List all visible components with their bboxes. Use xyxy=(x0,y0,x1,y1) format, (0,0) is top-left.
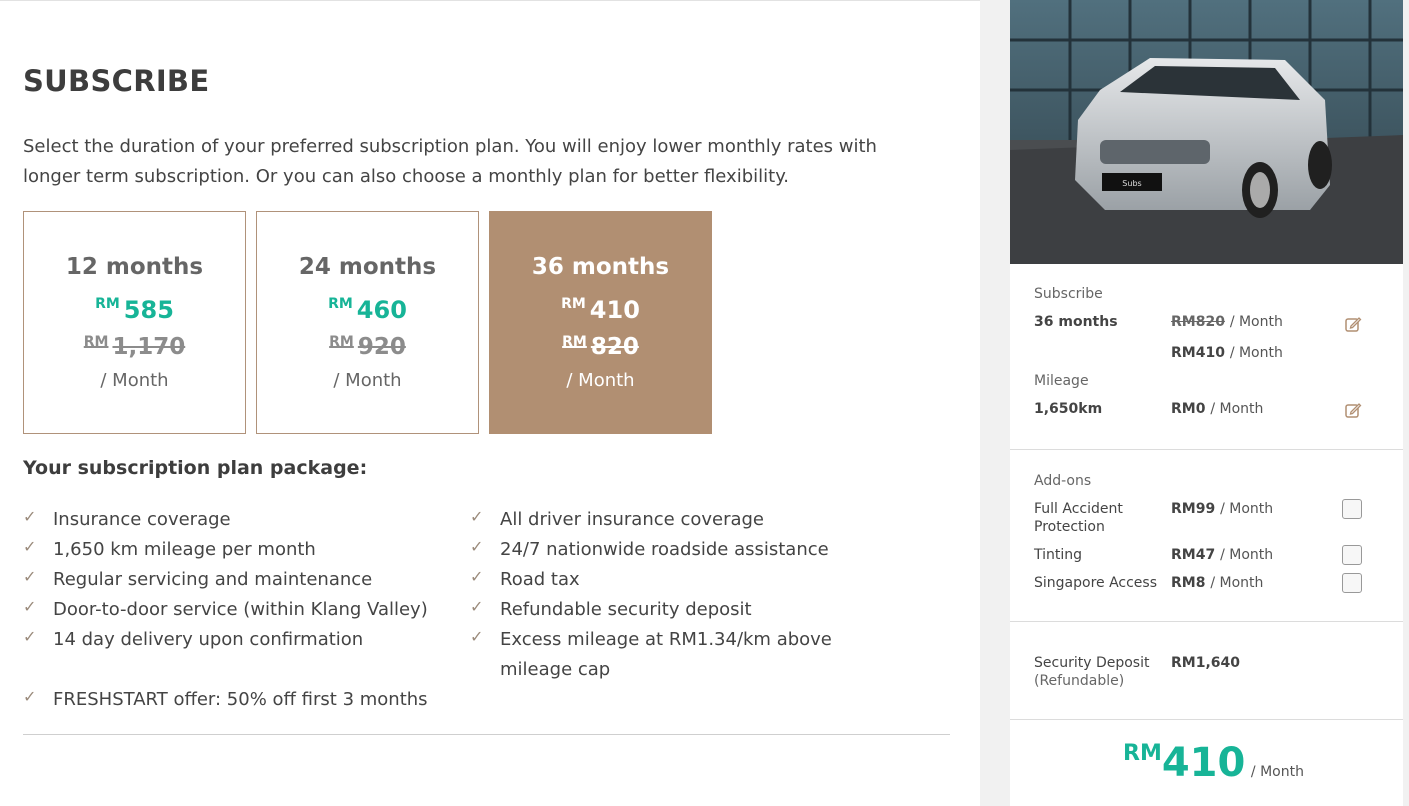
addons-label: Add-ons xyxy=(1034,473,1092,489)
subscribe-panel: SUBSCRIBE Select the duration of your pr… xyxy=(23,0,953,806)
addon-name-line2: Protection xyxy=(1034,519,1105,535)
deposit-label: Security Deposit xyxy=(1034,655,1150,671)
plan-original-price: RM 820 xyxy=(562,334,639,360)
addon-price: RM99 / Month xyxy=(1171,501,1274,517)
plan-per-month: / Month xyxy=(566,370,635,391)
check-icon: ✓ xyxy=(23,537,37,556)
svg-text:Subs: Subs xyxy=(1122,179,1141,188)
plan-24-months[interactable]: 24 months RM 460 RM 920 / Month xyxy=(256,211,479,434)
car-image: Subs xyxy=(1010,0,1403,264)
subscribe-duration: 36 months xyxy=(1034,314,1118,330)
edit-icon[interactable] xyxy=(1344,401,1362,419)
intro-text: Select the duration of your preferred su… xyxy=(23,136,877,187)
deposit-value: RM1,640 xyxy=(1171,655,1240,671)
subscribe-label: Subscribe xyxy=(1034,286,1103,302)
plan-original-price: RM 920 xyxy=(329,334,406,360)
check-icon: ✓ xyxy=(470,567,484,586)
plan-price: RM 585 xyxy=(95,296,174,324)
addon-checkbox-singapore-access[interactable] xyxy=(1342,573,1362,593)
addon-price: RM8 / Month xyxy=(1171,575,1264,591)
addon-checkbox-tinting[interactable] xyxy=(1342,545,1362,565)
order-summary: Subs Subscribe 36 months RM820 / Month R… xyxy=(1010,0,1403,806)
check-icon: ✓ xyxy=(470,627,484,646)
subscribe-price: RM410 / Month xyxy=(1171,345,1283,361)
check-icon: ✓ xyxy=(23,567,37,586)
plan-duration: 24 months xyxy=(298,254,437,280)
plan-per-month: / Month xyxy=(333,370,402,391)
summary-divider xyxy=(1010,719,1403,720)
plan-original-price: RM 1,170 xyxy=(83,334,186,360)
summary-divider xyxy=(1010,449,1403,450)
plan-duration: 12 months xyxy=(65,254,204,280)
addon-name: Singapore Access xyxy=(1034,575,1158,591)
plan-price: RM 460 xyxy=(328,296,407,324)
mileage-value: 1,650km xyxy=(1034,401,1103,417)
total-price: RM410 / Month xyxy=(1123,740,1304,786)
plan-price: RM 410 xyxy=(561,296,640,324)
summary-divider xyxy=(1010,621,1403,622)
deposit-sublabel: (Refundable) xyxy=(1034,673,1125,689)
check-icon: ✓ xyxy=(23,597,37,616)
subscribe-original-price: RM820 / Month xyxy=(1171,314,1283,330)
check-icon: ✓ xyxy=(23,507,37,526)
plan-36-months[interactable]: 36 months RM 410 RM 820 / Month xyxy=(489,211,712,434)
edit-icon[interactable] xyxy=(1344,315,1362,333)
plan-per-month: / Month xyxy=(100,370,169,391)
plan-duration: 36 months xyxy=(531,254,670,280)
addon-price: RM47 / Month xyxy=(1171,547,1274,563)
addon-name: Tinting xyxy=(1034,547,1083,563)
check-icon: ✓ xyxy=(23,687,37,706)
page-title: SUBSCRIBE xyxy=(23,64,210,98)
check-icon: ✓ xyxy=(470,597,484,616)
mileage-label: Mileage xyxy=(1034,373,1089,389)
package-title: Your subscription plan package: xyxy=(23,457,368,479)
check-icon: ✓ xyxy=(23,627,37,646)
mileage-price: RM0 / Month xyxy=(1171,401,1264,417)
section-divider xyxy=(23,734,950,735)
plan-12-months[interactable]: 12 months RM 585 RM 1,170 / Month xyxy=(23,211,246,434)
check-icon: ✓ xyxy=(470,537,484,556)
addon-name: Full Accident xyxy=(1034,501,1123,517)
check-icon: ✓ xyxy=(470,507,484,526)
addon-checkbox-full-accident[interactable] xyxy=(1342,499,1362,519)
